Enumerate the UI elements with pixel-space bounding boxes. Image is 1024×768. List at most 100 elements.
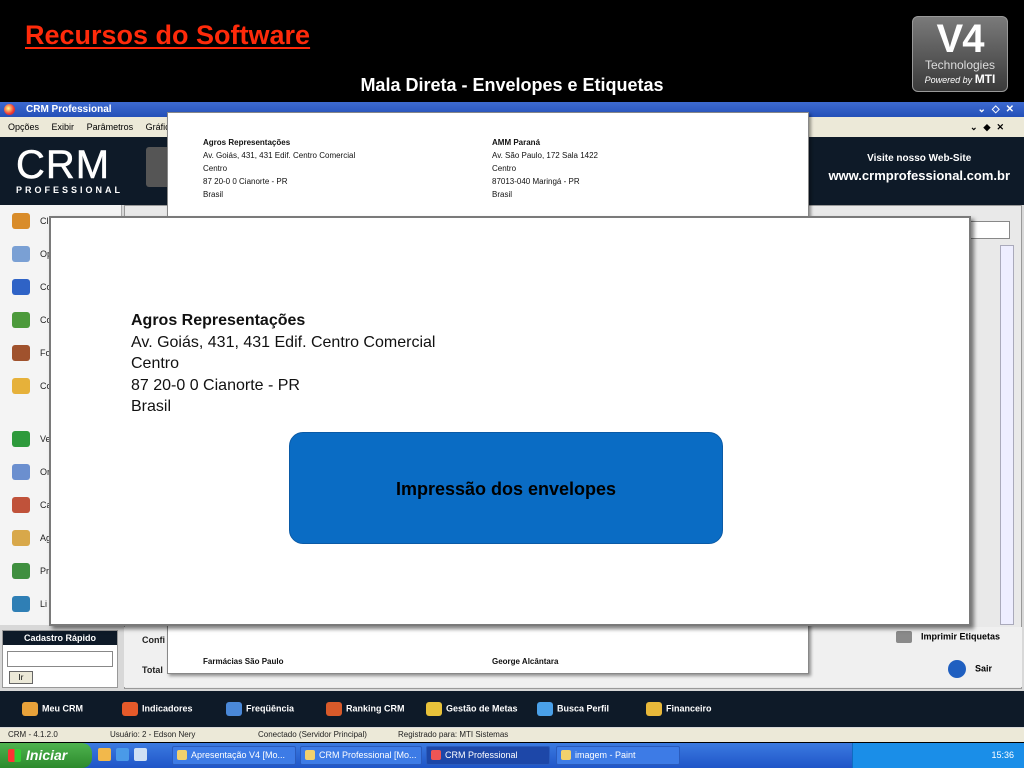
print-labels-button[interactable]: Imprimir Etiquetas [896,631,1000,643]
label-line: Brasil [492,190,513,199]
status-bar: CRM - 4.1.2.0 Usuário: 2 - Edson Nery Co… [0,728,1024,742]
printer-icon [12,246,30,262]
people-icon [12,213,30,229]
config-label: Confi [142,635,165,645]
label-name: Agros Representações [203,138,291,147]
label-line: 87 20-0 0 Cianorte - PR [203,177,288,186]
label-line: Centro [492,164,517,173]
network-icon [12,497,30,513]
nav-item-label: Ranking CRM [346,703,405,714]
printer-icon [896,631,913,643]
website-label: Visite nosso Web-Site [867,153,972,164]
menu-parametros[interactable]: Parâmetros [87,122,134,132]
status-version: CRM - 4.1.2.0 [8,730,58,739]
pencil-icon [12,563,30,579]
dollar-icon [12,431,30,447]
total-label: Total [142,665,163,675]
envelope-line: Av. Goiás, 431, 431 Edif. Centro Comerci… [131,333,436,351]
recycle-icon [12,596,30,612]
folder-icon [12,378,30,394]
phone-icon [12,279,30,295]
exit-label: Sair [974,663,992,674]
task-label: imagem - Paint [575,750,636,760]
nav-icon [426,702,442,716]
window-controls[interactable]: ⌄◇✕ [978,102,1020,117]
crm-logo-text: CRM [16,143,111,187]
v4-logo-mark: V4 [936,17,985,61]
crm-logo-sub: PROFESSIONAL [16,185,124,195]
nav-icon [326,702,342,716]
label-card: AMM Paraná Av. São Paulo, 172 Sala 1422 … [492,136,598,201]
label-line: Av. São Paulo, 172 Sala 1422 [492,151,599,160]
envelope-preview: Agros Representações Av. Goiás, 431, 431… [49,216,971,626]
system-tray: 15:36 [852,743,1024,768]
labels-sheet-bottom: Farmácias São Paulo George Alcântara [167,622,809,674]
bottom-nav: Meu CRM Indicadores Freqüência Ranking CRM G… [0,691,1024,727]
nav-item[interactable]: Busca Perfil [537,702,609,716]
filter-dropdown[interactable] [970,221,1010,239]
nav-icon [22,702,38,716]
print-labels-label: Imprimir Etiquetas [920,631,1000,642]
status-user: Usuário: 2 - Edson Nery [110,730,196,739]
crm-logo: CRM PROFESSIONAL [16,145,123,195]
v4-logo-brand: MTI [974,72,996,86]
menu-opcoes[interactable]: Opções [8,122,39,132]
envelope-print-callout: Impressão dos envelopes [289,432,723,544]
quick-register-go-button[interactable]: Ir [9,671,33,684]
label-line: Centro [203,164,228,173]
task-crm-mo[interactable]: CRM Professional [Mo... [300,746,422,765]
content-scrollbar[interactable] [1000,245,1014,625]
envelope-line: 87 20-0 0 Cianorte - PR [131,376,300,394]
sidebar-item-label: Cl [40,216,49,226]
quick-register-select[interactable] [7,651,113,667]
task-label: CRM Professional [Mo... [319,750,417,760]
label-line: Brasil [203,190,224,199]
document-icon [12,464,30,480]
nav-item[interactable]: Freqüência [226,702,294,716]
slide: Recursos do Software Mala Direta - Envel… [0,0,1024,768]
quicklaunch-icon[interactable] [134,748,147,761]
nav-item[interactable]: Ranking CRM [326,702,405,716]
label-line: 87013-040 Maringá - PR [492,177,580,186]
nav-item-label: Meu CRM [42,703,83,714]
clock[interactable]: 15:36 [991,743,1014,768]
sidebar-item-label: Li [40,599,48,609]
v4-logo-powered: Powered by [924,75,973,85]
sidebar-item-label: Pr [40,566,49,576]
status-connection: Conectado (Servidor Principal) [258,730,367,739]
nav-item[interactable]: Indicadores [122,702,193,716]
nav-icon [122,702,138,716]
envelope-address: Agros Representações Av. Goiás, 431, 431… [131,310,435,418]
quick-register: Cadastro Rápido Ir [2,630,118,688]
label-name: George Alcântara [492,657,559,666]
building-icon [12,312,30,328]
paint-icon [561,750,571,760]
app-icon [4,104,15,115]
window-title: CRM Professional [26,104,112,115]
task-apresentacao[interactable]: Apresentação V4 [Mo... [172,746,296,765]
task-paint[interactable]: imagem - Paint [556,746,680,765]
task-crm-active[interactable]: CRM Professional [426,746,550,765]
nav-item[interactable]: Financeiro [646,702,712,716]
label-card: Agros Representações Av. Goiás, 431, 431… [203,136,355,201]
envelope-recipient: Agros Representações [131,312,306,329]
nav-icon [646,702,662,716]
nav-item-label: Indicadores [142,703,193,714]
website-box[interactable]: Visite nosso Web-Site www.crmprofessiona… [828,153,1010,183]
exit-button[interactable]: Sair [948,660,992,678]
start-button[interactable]: Iniciar [0,743,92,768]
ie-icon[interactable] [116,748,129,761]
slide-subtitle: Mala Direta - Envelopes e Etiquetas [360,75,664,95]
nav-item[interactable]: Gestão de Metas [426,702,518,716]
label-name: Farmácias São Paulo [203,657,284,666]
mdi-controls[interactable]: ⌄◆✕ [970,117,1010,137]
envelope-line: Centro [131,355,180,372]
quicklaunch-icon[interactable] [98,748,111,761]
window-icon [305,750,315,760]
task-label: CRM Professional [445,750,518,760]
box-icon [12,345,30,361]
menu-exibir[interactable]: Exibir [52,122,75,132]
quick-register-title: Cadastro Rápido [3,631,117,645]
nav-item[interactable]: Meu CRM [22,702,83,716]
website-url[interactable]: www.crmprofessional.com.br [828,168,1010,183]
